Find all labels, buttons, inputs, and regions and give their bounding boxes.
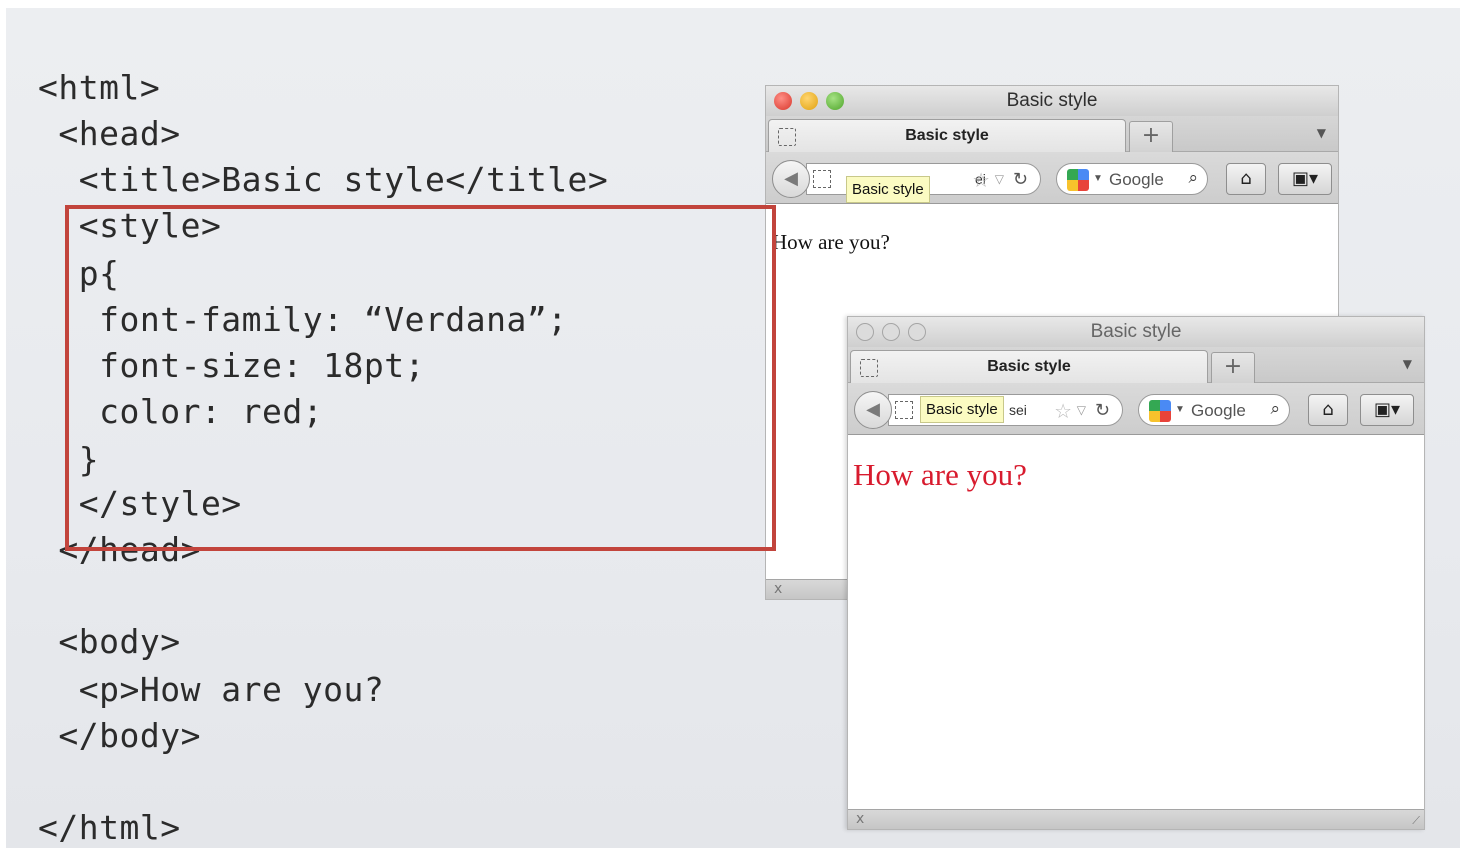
page-paragraph: How are you?	[772, 230, 890, 254]
search-bar[interactable]: ▼ Google ⌕	[1138, 394, 1290, 426]
home-icon[interactable]: ⌂	[1226, 163, 1266, 195]
history-dropdown-icon[interactable]: ▽	[1077, 403, 1086, 417]
engine-dropdown-icon[interactable]: ▼	[1175, 404, 1185, 415]
bookmarks-icon[interactable]: ▣▾	[1278, 163, 1332, 195]
code-line-1: <html>	[38, 68, 161, 107]
tab-bar: Basic style + ▼	[766, 116, 1338, 152]
slide-background: <html> <head> <title>Basic style</title>…	[6, 8, 1460, 848]
resize-grip-icon[interactable]: ⟋	[1412, 814, 1420, 828]
tab-bar: Basic style + ▼	[848, 347, 1424, 383]
code-line-15: </body>	[38, 716, 201, 755]
history-dropdown-icon[interactable]: ▽	[995, 172, 1004, 186]
title-tooltip: Basic style	[846, 176, 930, 203]
bookmarks-icon[interactable]: ▣▾	[1360, 394, 1414, 426]
code-line-2: <head>	[38, 114, 181, 153]
style-block-highlight	[65, 205, 776, 551]
styled-page-paragraph: How are you?	[853, 457, 1027, 492]
reload-icon[interactable]: ↻	[1095, 400, 1110, 421]
tab-label: Basic style	[905, 127, 989, 144]
tab-label: Basic style	[987, 358, 1071, 375]
back-arrow-icon[interactable]: ◀	[854, 391, 892, 429]
code-line-14: <p>How are you?	[38, 670, 385, 709]
google-logo-icon[interactable]	[1067, 169, 1089, 191]
site-identity-icon	[813, 170, 831, 188]
tab-basic-style[interactable]: Basic style	[768, 119, 1126, 152]
close-status-icon[interactable]: x	[774, 581, 782, 597]
magnifier-icon[interactable]: ⌕	[1270, 399, 1280, 419]
browser-window-styled: Basic style Basic style + ▼ sei ☆ ▽ ↻ ◀ …	[847, 316, 1425, 830]
code-line-17: </html>	[38, 808, 181, 847]
back-arrow-icon[interactable]: ◀	[772, 160, 810, 198]
close-status-icon[interactable]: x	[856, 811, 864, 827]
tab-list-chevron-icon[interactable]: ▼	[1403, 357, 1412, 371]
bookmark-star-icon[interactable]: ☆	[1054, 399, 1072, 423]
search-bar[interactable]: ▼ Google ⌕	[1056, 163, 1208, 195]
url-text: sei	[1009, 402, 1027, 418]
magnifier-icon[interactable]: ⌕	[1188, 168, 1198, 188]
navigation-toolbar: ei ☆ ▽ ↻ ◀ Basic style ▼ Google ⌕ ⌂ ▣▾	[766, 152, 1338, 204]
window-titlebar: Basic style	[848, 317, 1424, 347]
navigation-toolbar: sei ☆ ▽ ↻ ◀ Basic style ▼ Google ⌕ ⌂ ▣▾	[848, 383, 1424, 435]
new-tab-button[interactable]: +	[1129, 121, 1173, 152]
new-tab-button[interactable]: +	[1211, 352, 1255, 383]
window-titlebar: Basic style	[766, 86, 1338, 116]
window-title: Basic style	[1090, 321, 1182, 342]
tab-list-chevron-icon[interactable]: ▼	[1317, 126, 1326, 140]
status-bar: x ⟋	[848, 809, 1424, 829]
google-logo-icon[interactable]	[1149, 400, 1171, 422]
home-icon[interactable]: ⌂	[1308, 394, 1348, 426]
bookmark-star-icon[interactable]: ☆	[972, 168, 990, 192]
code-line-3: <title>Basic style</title>	[38, 160, 609, 199]
reload-icon[interactable]: ↻	[1013, 169, 1028, 190]
engine-dropdown-icon[interactable]: ▼	[1093, 173, 1103, 184]
search-engine-label: Google	[1109, 170, 1164, 189]
site-identity-icon	[895, 401, 913, 419]
code-line-13: <body>	[38, 622, 181, 661]
search-engine-label: Google	[1191, 401, 1246, 420]
title-tooltip: Basic style	[920, 396, 1004, 423]
window-title: Basic style	[1006, 90, 1098, 111]
tab-basic-style[interactable]: Basic style	[850, 350, 1208, 383]
